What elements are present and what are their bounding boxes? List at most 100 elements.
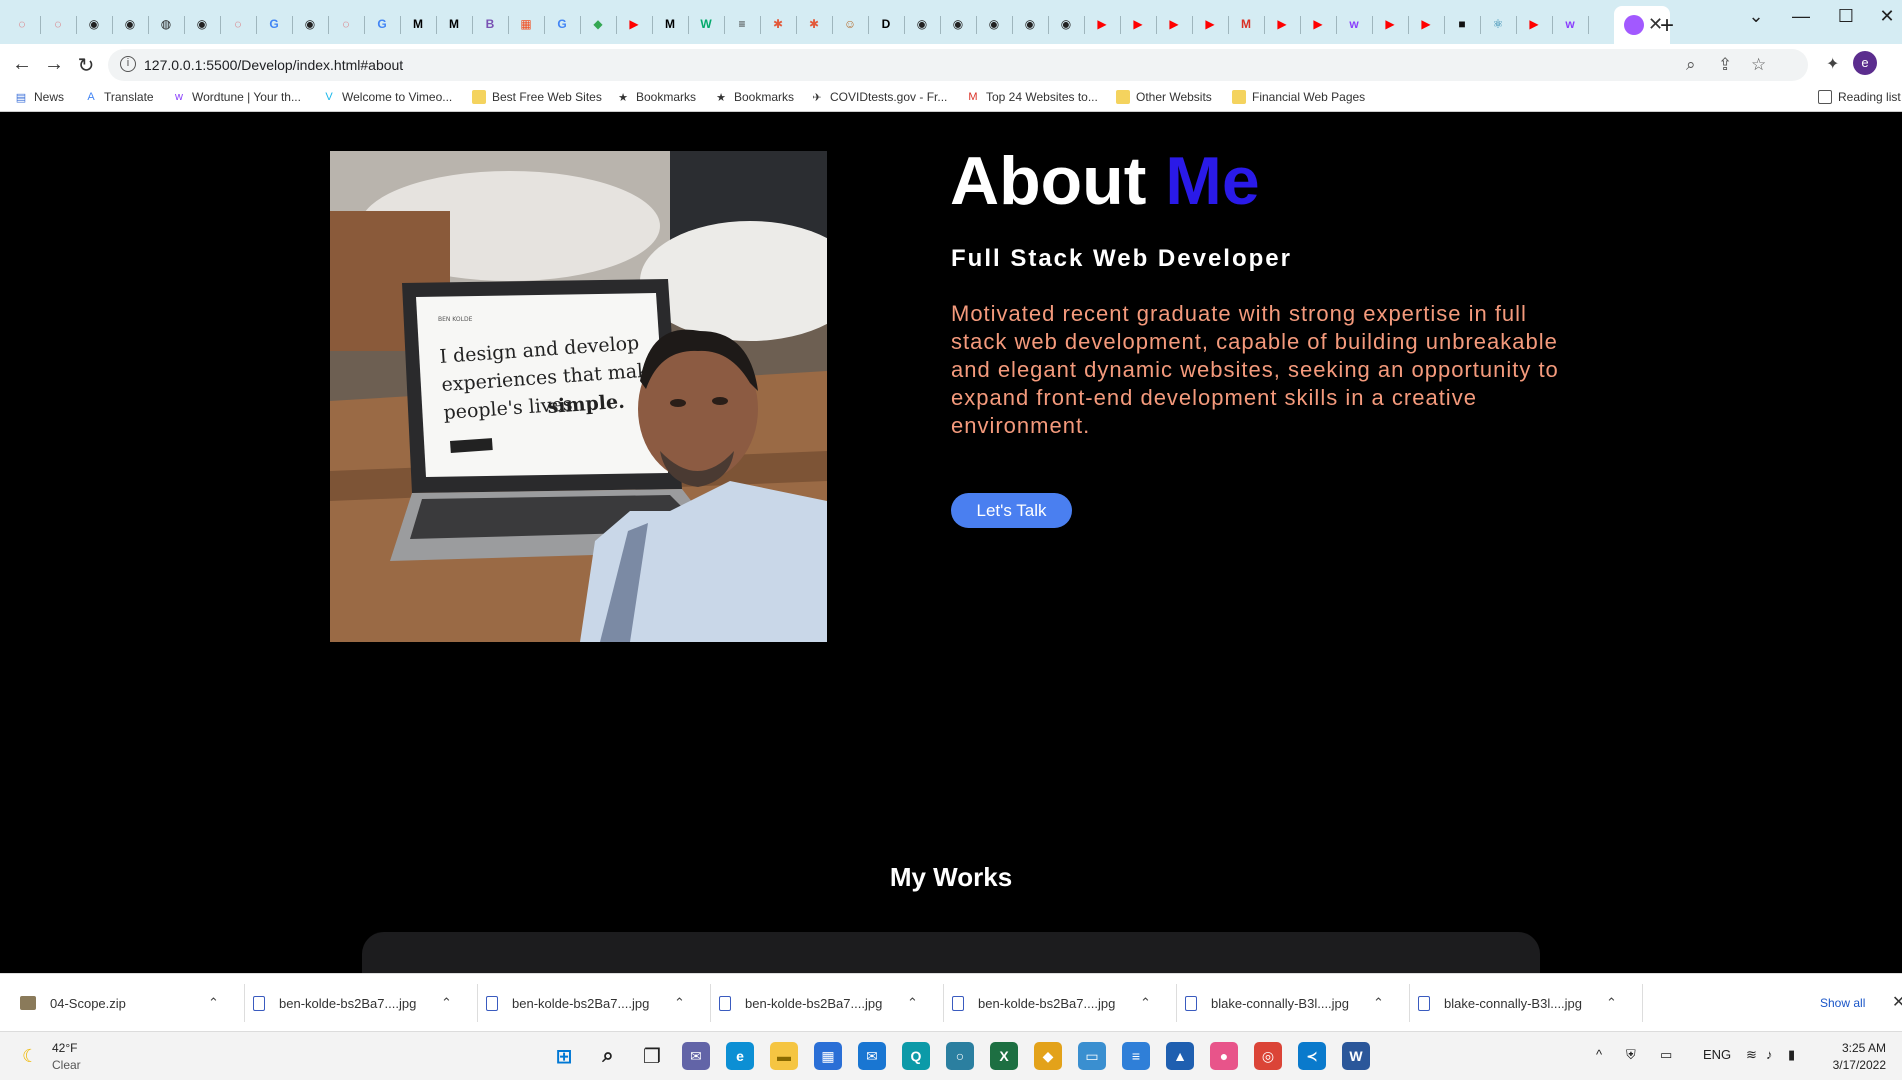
- app-monitor-icon[interactable]: ▭: [1078, 1042, 1106, 1070]
- asterisk-icon[interactable]: ✱: [768, 14, 788, 34]
- github-icon[interactable]: ◉: [984, 14, 1004, 34]
- bookmark-item[interactable]: w Wordtune | Your th...: [172, 90, 301, 104]
- battery-icon[interactable]: ▮: [1788, 1047, 1795, 1063]
- globe-icon[interactable]: ◍: [156, 14, 176, 34]
- youtube-icon[interactable]: ▶: [1272, 14, 1292, 34]
- zoom-icon[interactable]: ⌕: [1686, 55, 1696, 75]
- gmail-icon[interactable]: M: [1236, 14, 1256, 34]
- download-options-icon[interactable]: ⌃: [907, 995, 918, 1011]
- store-icon[interactable]: ▦: [814, 1042, 842, 1070]
- clock-date[interactable]: 3/17/2022: [1820, 1058, 1886, 1072]
- cat-icon[interactable]: ☺: [840, 14, 860, 34]
- chrome-icon[interactable]: ◎: [1254, 1042, 1282, 1070]
- bookmark-item[interactable]: ✈ COVIDtests.gov - Fr...: [810, 90, 947, 104]
- opera-icon[interactable]: ◌: [336, 14, 356, 34]
- youtube-icon[interactable]: ▶: [1416, 14, 1436, 34]
- edge-icon[interactable]: e: [726, 1042, 754, 1070]
- square-icon[interactable]: ■: [1452, 14, 1472, 34]
- volume-icon[interactable]: ♪: [1766, 1047, 1773, 1062]
- github-icon[interactable]: ◉: [948, 14, 968, 34]
- moon-weather-icon[interactable]: ☾: [22, 1046, 38, 1067]
- word-icon[interactable]: W: [1342, 1042, 1370, 1070]
- url-text[interactable]: 127.0.0.1:5500/Develop/index.html#about: [144, 57, 403, 73]
- github-icon[interactable]: ◉: [192, 14, 212, 34]
- youtube-icon[interactable]: ▶: [624, 14, 644, 34]
- wordtune-icon[interactable]: w: [1344, 14, 1364, 34]
- download-options-icon[interactable]: ⌃: [1606, 995, 1617, 1011]
- download-options-icon[interactable]: ⌃: [208, 995, 219, 1011]
- back-button[interactable]: ←: [10, 53, 34, 76]
- file-explorer-icon[interactable]: ▬: [770, 1042, 798, 1070]
- youtube-icon[interactable]: ▶: [1200, 14, 1220, 34]
- download-item[interactable]: blake-connally-B3l....jpg ⌃: [1418, 974, 1638, 1032]
- youtube-icon[interactable]: ▶: [1092, 14, 1112, 34]
- download-options-icon[interactable]: ⌃: [674, 995, 685, 1011]
- paint-icon[interactable]: ●: [1210, 1042, 1238, 1070]
- github-icon[interactable]: ◉: [84, 14, 104, 34]
- address-bar[interactable]: i 127.0.0.1:5500/Develop/index.html#abou…: [108, 49, 1808, 81]
- excel-icon[interactable]: X: [990, 1042, 1018, 1070]
- bookmark-item[interactable]: A Translate: [84, 90, 153, 104]
- bookmark-item[interactable]: Best Free Web Sites: [472, 90, 602, 104]
- download-item[interactable]: ben-kolde-bs2Ba7....jpg ⌃: [719, 974, 939, 1032]
- download-item[interactable]: 04-Scope.zip ⌃: [20, 974, 240, 1032]
- maps-icon[interactable]: ◆: [588, 14, 608, 34]
- bookmark-item[interactable]: Financial Web Pages: [1232, 90, 1365, 104]
- github-icon[interactable]: ◉: [1056, 14, 1076, 34]
- maximize-button[interactable]: ☐: [1831, 6, 1861, 27]
- download-item[interactable]: ben-kolde-bs2Ba7....jpg ⌃: [253, 974, 473, 1032]
- extensions-icon[interactable]: ✦: [1826, 54, 1839, 74]
- bookmark-item[interactable]: ★ Bookmarks: [616, 90, 696, 104]
- google-icon[interactable]: G: [264, 14, 284, 34]
- download-item[interactable]: ben-kolde-bs2Ba7....jpg ⌃: [486, 974, 706, 1032]
- youtube-icon[interactable]: ▶: [1128, 14, 1148, 34]
- security-icon[interactable]: ⛨: [1626, 1047, 1636, 1063]
- medium-icon[interactable]: M: [660, 14, 680, 34]
- youtube-icon[interactable]: ▶: [1164, 14, 1184, 34]
- search-icon[interactable]: ⌕: [594, 1042, 622, 1070]
- new-tab-button[interactable]: +: [1660, 12, 1674, 40]
- mail-icon[interactable]: ✉: [858, 1042, 886, 1070]
- task-view-icon[interactable]: ❐: [638, 1042, 666, 1070]
- opera-icon[interactable]: ◌: [48, 14, 68, 34]
- docs-icon[interactable]: ≡: [732, 14, 752, 34]
- clock-time[interactable]: 3:25 AM: [1826, 1041, 1886, 1055]
- download-options-icon[interactable]: ⌃: [1373, 995, 1384, 1011]
- w3schools-icon[interactable]: W: [696, 14, 716, 34]
- show-hidden-icons-icon[interactable]: ^: [1596, 1047, 1602, 1062]
- share-icon[interactable]: ⇪: [1718, 55, 1732, 75]
- minimize-button[interactable]: —: [1786, 6, 1816, 27]
- weather-temperature[interactable]: 42°F: [52, 1041, 77, 1055]
- download-options-icon[interactable]: ⌃: [1140, 995, 1151, 1011]
- close-window-button[interactable]: ✕: [1872, 6, 1902, 27]
- microsoft-icon[interactable]: ▦: [516, 14, 536, 34]
- close-download-bar-icon[interactable]: ✕: [1892, 992, 1902, 1012]
- site-info-icon[interactable]: i: [120, 56, 136, 72]
- show-all-downloads-link[interactable]: Show all: [1820, 996, 1865, 1010]
- google-icon[interactable]: G: [372, 14, 392, 34]
- notepad-icon[interactable]: ≡: [1122, 1042, 1150, 1070]
- opera-icon[interactable]: ◌: [12, 14, 32, 34]
- tab-search-icon[interactable]: ⌄: [1741, 6, 1771, 27]
- download-options-icon[interactable]: ⌃: [441, 995, 452, 1011]
- dev-icon[interactable]: D: [876, 14, 896, 34]
- download-item[interactable]: blake-connally-B3l....jpg ⌃: [1185, 974, 1405, 1032]
- vscode-icon[interactable]: ≺: [1298, 1042, 1326, 1070]
- weather-description[interactable]: Clear: [52, 1058, 81, 1072]
- reload-button[interactable]: ↻: [74, 53, 98, 78]
- lets-talk-button[interactable]: Let's Talk: [951, 493, 1072, 528]
- language-indicator[interactable]: ENG: [1703, 1047, 1731, 1062]
- wifi-icon[interactable]: ≋: [1746, 1047, 1757, 1063]
- bookmark-item[interactable]: M Top 24 Websites to...: [966, 90, 1097, 104]
- wordtune-icon[interactable]: w: [1560, 14, 1580, 34]
- download-item[interactable]: ben-kolde-bs2Ba7....jpg ⌃: [952, 974, 1172, 1032]
- bookmark-star-icon[interactable]: ☆: [1751, 55, 1766, 75]
- teams-icon[interactable]: ✉: [682, 1042, 710, 1070]
- medium-icon[interactable]: M: [444, 14, 464, 34]
- react-icon[interactable]: ⚛: [1488, 14, 1508, 34]
- windows-start-icon[interactable]: ⊞: [550, 1042, 578, 1070]
- youtube-icon[interactable]: ▶: [1524, 14, 1544, 34]
- google-icon[interactable]: G: [552, 14, 572, 34]
- youtube-icon[interactable]: ▶: [1380, 14, 1400, 34]
- forward-button[interactable]: →: [42, 53, 66, 76]
